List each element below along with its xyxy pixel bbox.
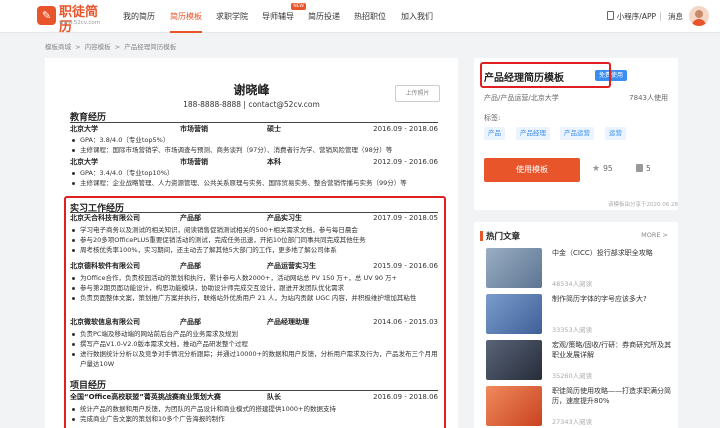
article-thumbnail bbox=[486, 248, 542, 288]
more-link[interactable]: MORE > bbox=[641, 231, 668, 239]
article-item[interactable]: 制作简历字体的字号应该多大? 33353人阅读 bbox=[486, 294, 672, 338]
article-item[interactable]: 职徒简历使用攻略——打造求职满分简历，速度提升80% 27343人阅读 bbox=[486, 386, 672, 428]
star-icon: ★ bbox=[592, 164, 601, 174]
list-item: 主修课程：企业战略管理、人力资源管理、公共关系原理与实务、国际贸易实务、整合营销… bbox=[70, 178, 440, 188]
article-title: 宏观/策略/固收/行研：券商研究所及其职业发展详解 bbox=[552, 341, 672, 359]
school: 北京大学 bbox=[70, 125, 98, 133]
article-reads: 48534人阅读 bbox=[552, 280, 593, 288]
education-row: 北京大学 市场营销 本科 2012.09 - 2016.06 bbox=[70, 157, 438, 168]
nav-hot-jobs[interactable]: 热招职位 bbox=[354, 0, 386, 33]
article-reads: 35260人阅读 bbox=[552, 372, 593, 380]
list-item: 统计产品的数据和用户反馈，为团队的产品设计和商业模式的搭建提供1000+的数据支… bbox=[70, 404, 440, 414]
logo-icon: ✎ bbox=[37, 6, 56, 25]
logo[interactable]: ✎ 职徒简历 www.52cv.com bbox=[37, 5, 109, 35]
hot-articles: 热门文章 MORE > 中金（CICC）投行部求职全攻略 48534人阅读 制作… bbox=[474, 222, 678, 428]
tag[interactable]: 产品 bbox=[484, 127, 505, 140]
education-row: 北京大学 市场营销 硕士 2016.09 - 2018.06 bbox=[70, 124, 438, 135]
breadcrumb-sep: > bbox=[75, 43, 81, 51]
new-badge: NEW bbox=[291, 3, 306, 10]
like-count: 5 bbox=[646, 164, 651, 173]
section-divider bbox=[70, 390, 438, 391]
tag[interactable]: 产品经理 bbox=[516, 127, 550, 140]
breadcrumb-item[interactable]: 模板商城 bbox=[45, 43, 71, 51]
breadcrumb-item[interactable]: 内容模板 bbox=[85, 43, 111, 51]
period: 2016.09 - 2018.06 bbox=[373, 125, 438, 133]
divider bbox=[660, 12, 661, 21]
article-thumbnail bbox=[486, 386, 542, 426]
nav-career-academy[interactable]: 求职学院 bbox=[216, 0, 248, 33]
article-title: 职徒简历使用攻略——打造求职满分简历，速度提升80% bbox=[552, 387, 671, 405]
miniapp-link[interactable]: 小程序/APP bbox=[606, 11, 656, 22]
school: 北京大学 bbox=[70, 158, 98, 166]
nav-mentor-label: 导师辅导 bbox=[262, 12, 294, 21]
nav-resume-templates[interactable]: 简历模板 bbox=[170, 0, 202, 33]
article-title: 制作简历字体的字号应该多大? bbox=[552, 295, 647, 303]
article-reads: 27343人阅读 bbox=[552, 418, 593, 426]
tags-label: 标签: bbox=[484, 114, 501, 122]
resume-preview: 谢晓峰 188-8888-8888 | contact@52cv.com 上传照… bbox=[45, 58, 458, 428]
article-item[interactable]: 中金（CICC）投行部求职全攻略 48534人阅读 bbox=[486, 248, 672, 292]
nav-resume-delivery[interactable]: 简历投递 bbox=[308, 0, 340, 33]
miniapp-label: 小程序/APP bbox=[616, 12, 656, 21]
heading-accent bbox=[480, 231, 483, 241]
period: 2016.09 - 2018.06 bbox=[373, 393, 438, 401]
like-button[interactable]: 5 bbox=[636, 164, 651, 173]
tag[interactable]: 产品运营 bbox=[560, 127, 594, 140]
major: 市场营销 bbox=[180, 158, 208, 166]
breadcrumb: 模板商城 > 内容模板 > 产品经理简历模板 bbox=[45, 41, 178, 51]
list-item: 完成商业广告文案的策划和10多个广告海报的制作 bbox=[70, 414, 440, 424]
template-info-card: 产品经理简历模板 免费使用 产品/产品运营/北京大学 7843人使用 标签: 产… bbox=[474, 58, 678, 210]
template-users: 7843人使用 bbox=[629, 94, 668, 102]
degree: 本科 bbox=[267, 158, 281, 166]
upload-photo-button[interactable]: 上传照片 bbox=[395, 85, 440, 102]
thumbs-up-icon bbox=[636, 164, 643, 172]
tag[interactable]: 运营 bbox=[605, 127, 626, 140]
major: 市场营销 bbox=[180, 125, 208, 133]
use-template-button[interactable]: 使用模板 bbox=[484, 158, 580, 182]
articles-heading: 热门文章 bbox=[486, 232, 521, 242]
article-thumbnail bbox=[486, 340, 542, 380]
section-divider bbox=[70, 122, 438, 123]
breadcrumb-current: 产品经理简历模板 bbox=[124, 43, 177, 51]
messages-link[interactable]: 消息 bbox=[668, 11, 683, 22]
avatar[interactable] bbox=[689, 6, 709, 26]
period: 2012.09 - 2016.06 bbox=[373, 158, 438, 166]
template-meta: 产品/产品运营/北京大学 bbox=[484, 94, 559, 102]
nav-mentor[interactable]: 导师辅导 NEW bbox=[262, 0, 306, 33]
article-item[interactable]: 宏观/策略/固收/行研：券商研究所及其职业发展详解 35260人阅读 bbox=[486, 340, 672, 384]
breadcrumb-sep: > bbox=[114, 43, 121, 51]
logo-url: www.52cv.com bbox=[59, 20, 101, 26]
list-item: GPA：3.8/4.0（专业top5%） bbox=[70, 135, 440, 145]
list-item: 主修课程：国际市场营销学、市场调查与预测、商务谈判（97分）、消费者行为学、营销… bbox=[70, 145, 440, 155]
phone-icon bbox=[606, 11, 614, 20]
nav-my-resume[interactable]: 我的简历 bbox=[123, 0, 155, 33]
project-name: 全国“Office高校联盟”菁英挑战赛商业策划大赛 bbox=[70, 393, 221, 401]
top-bar: ✎ 职徒简历 www.52cv.com 我的简历 简历模板 求职学院 导师辅导 … bbox=[0, 0, 720, 35]
degree: 硕士 bbox=[267, 125, 281, 133]
role: 队长 bbox=[267, 393, 281, 401]
list-item: GPA：3.4/4.0（专业top10%） bbox=[70, 168, 440, 178]
highlight-box-title bbox=[480, 62, 611, 88]
article-reads: 33353人阅读 bbox=[552, 326, 593, 334]
favorite-count: 95 bbox=[603, 164, 613, 173]
article-title: 中金（CICC）投行部求职全攻略 bbox=[552, 249, 653, 257]
favorite-button[interactable]: ★ 95 bbox=[592, 164, 613, 174]
project-row: 全国“Office高校联盟”菁英挑战赛商业策划大赛 队长 2016.09 - 2… bbox=[70, 392, 438, 403]
article-thumbnail bbox=[486, 294, 542, 334]
upload-note: 该模板由分享于2020.06.28 bbox=[608, 202, 678, 208]
nav-join-us[interactable]: 加入我们 bbox=[401, 0, 433, 33]
